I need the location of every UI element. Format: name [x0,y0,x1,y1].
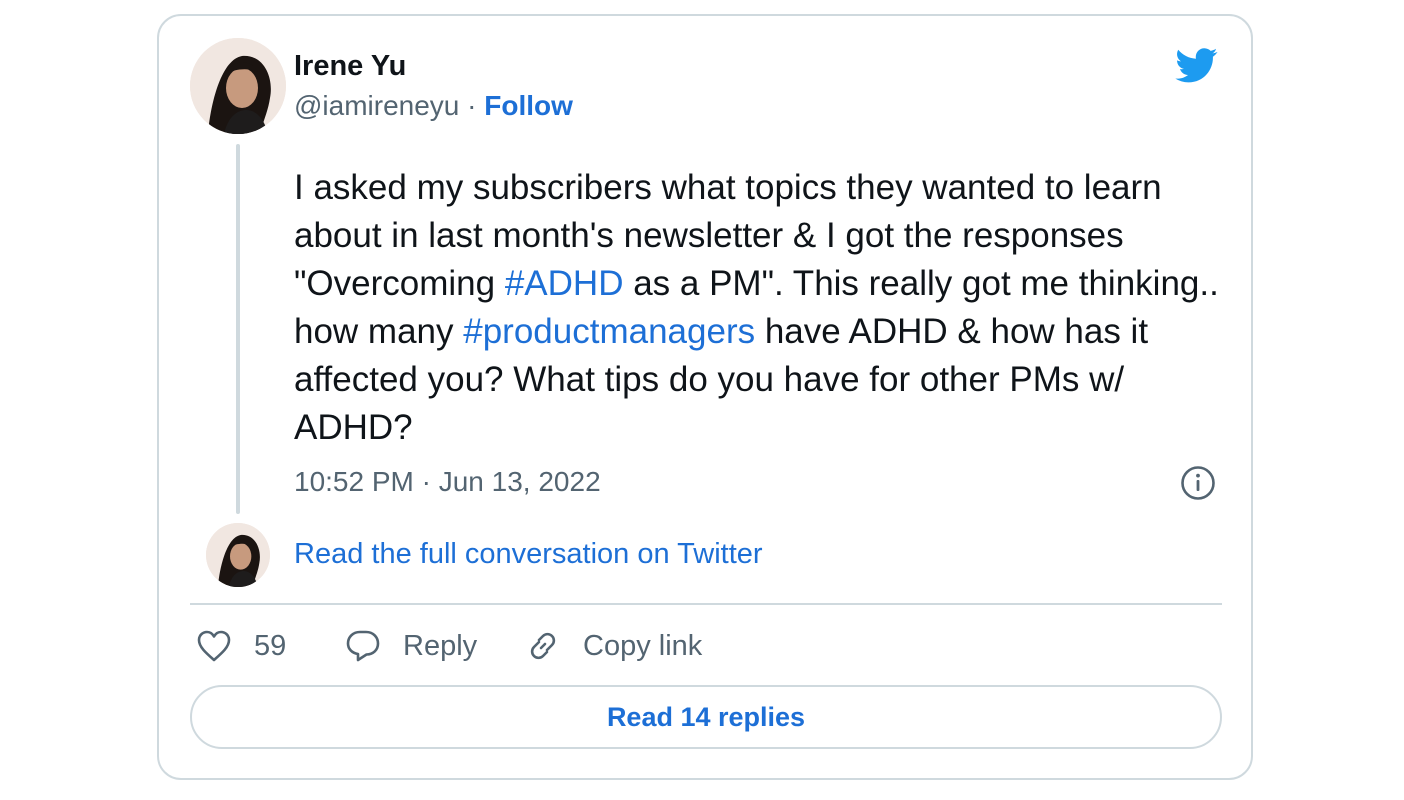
reply-label: Reply [403,629,478,662]
like-count: 59 [254,629,287,662]
reply-avatar[interactable] [206,523,270,587]
reply-button[interactable]: Reply [345,626,477,666]
tweet-text: I asked my subscribers what topics they … [294,164,1224,452]
link-icon [530,632,556,660]
heart-icon [197,630,231,662]
read-full-conversation-link[interactable]: Read the full conversation on Twitter [294,538,763,571]
author-handle-row: @iamireneyu · Follow [294,90,573,122]
read-replies-button[interactable]: Read 14 replies [190,685,1222,749]
hashtag-link[interactable]: #ADHD [505,264,624,303]
speech-bubble-icon [346,630,380,662]
like-button[interactable]: 59 [196,626,286,666]
copy-link-button[interactable]: Copy link [525,626,702,666]
hashtag-link[interactable]: #productmanagers [463,312,755,351]
tweet-timestamp[interactable]: 10:52 PM · Jun 13, 2022 [294,466,601,498]
author-handle[interactable]: @iamireneyu [294,90,459,121]
twitter-bird-icon[interactable] [1172,44,1222,86]
author-name[interactable]: Irene Yu [294,50,406,83]
handle-separator: · [459,90,485,121]
thread-line [236,144,240,514]
copy-link-label: Copy link [583,629,703,662]
author-avatar[interactable] [190,38,286,134]
divider [190,603,1222,605]
info-icon[interactable] [1180,465,1216,501]
follow-link[interactable]: Follow [484,90,573,121]
